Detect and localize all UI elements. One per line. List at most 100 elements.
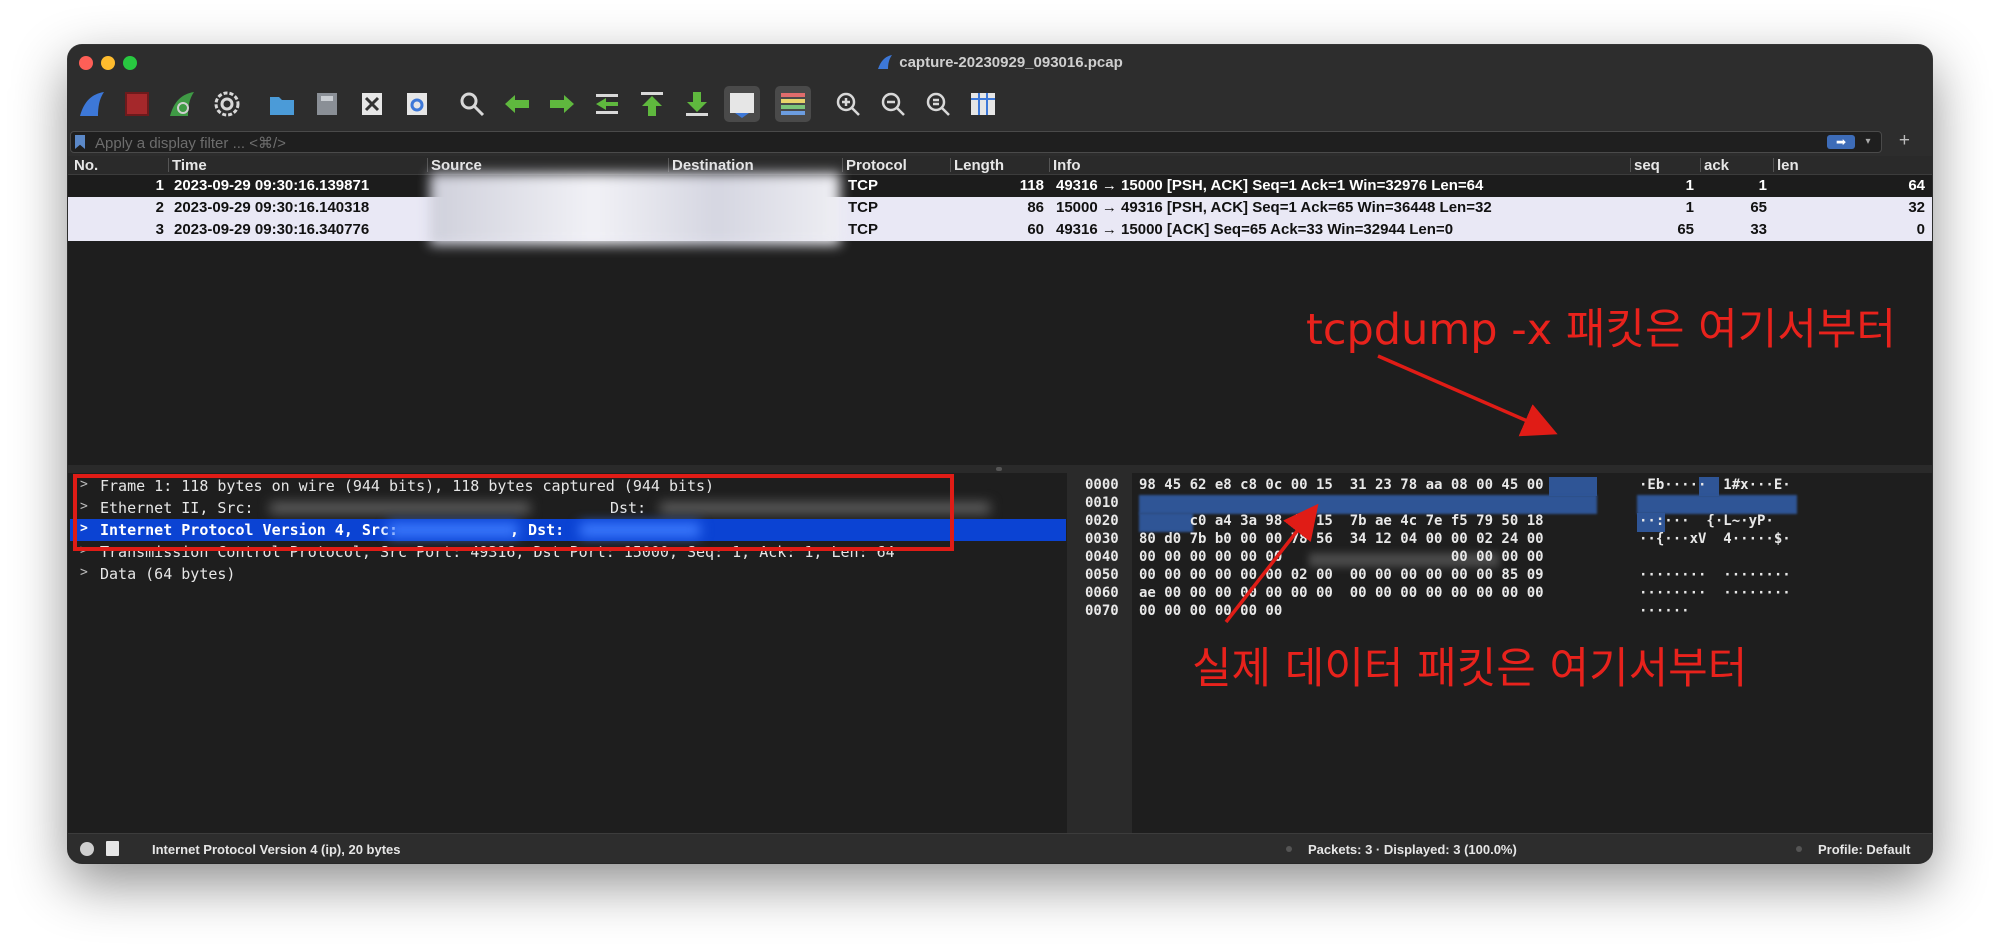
ascii-line[interactable]: ·Eb····· 1#x···E· (1639, 477, 1791, 496)
column-header-source[interactable]: Source (431, 157, 482, 174)
packet-time: 2023-09-29 09:30:16.139871 (174, 177, 370, 194)
restart-icon[interactable] (164, 86, 200, 122)
hex-line[interactable]: ae 00 00 00 00 00 00 00 00 00 00 00 00 0… (1139, 585, 1544, 604)
zoom-in-icon[interactable] (830, 86, 866, 122)
packet-ack: 33 (1750, 221, 1767, 238)
packet-seq: 1 (1685, 177, 1694, 194)
display-filter-bar: Apply a display filter ... <⌘/> ➡ ▾ + (68, 128, 1932, 157)
packet-no: 3 (155, 221, 164, 238)
comment-edit-icon[interactable] (106, 841, 119, 856)
save-file-icon[interactable] (309, 86, 345, 122)
go-forward-icon[interactable] (544, 86, 580, 122)
last-packet-icon[interactable] (679, 86, 715, 122)
zoom-normal-icon[interactable] (920, 86, 956, 122)
packet-ack: 65 (1750, 199, 1767, 216)
hex-offset: 0060 (1085, 585, 1119, 601)
go-to-packet-icon[interactable] (589, 86, 625, 122)
autoscroll-icon[interactable] (724, 86, 760, 122)
title-bar: capture-20230929_093016.pcap (68, 45, 1932, 80)
open-file-icon[interactable] (264, 86, 300, 122)
column-header-destination[interactable]: Destination (672, 157, 754, 174)
column-header-len[interactable]: len (1777, 157, 1799, 174)
window-title: capture-20230929_093016.pcap (68, 54, 1932, 71)
packet-length: 118 (1019, 177, 1044, 194)
column-header-protocol[interactable]: Protocol (846, 157, 907, 174)
status-left-text: Internet Protocol Version 4 (ip), 20 byt… (152, 842, 401, 857)
status-profile-text[interactable]: Profile: Default (1818, 842, 1910, 857)
filter-bookmark-icon[interactable] (75, 135, 85, 149)
pane-splitter[interactable] (68, 465, 1932, 473)
chevron-right-icon[interactable]: > (80, 565, 88, 580)
detail-data[interactable]: > Data (64 bytes) (70, 563, 1066, 585)
packet-info: 49316 → 15000 [ACK] Seq=65 Ack=33 Win=32… (1056, 221, 1454, 238)
find-icon[interactable] (454, 86, 490, 122)
filter-placeholder: Apply a display filter ... <⌘/> (95, 135, 286, 152)
ascii-line[interactable]: ········ ········ (1639, 585, 1791, 604)
hex-line[interactable]: 80 d0 7b b0 00 00 78 56 34 12 04 00 00 0… (1139, 531, 1544, 550)
column-header-no[interactable]: No. (74, 157, 98, 174)
go-back-icon[interactable] (499, 86, 535, 122)
packet-len: 64 (1908, 177, 1925, 194)
hex-offset: 0020 (1085, 513, 1119, 529)
hex-line[interactable]: 00 00 00 00 00 00 00 00 00 00 (1139, 549, 1544, 568)
hex-line[interactable]: 98 45 62 e8 c8 0c 00 15 31 23 78 aa 08 0… (1139, 477, 1544, 496)
reload-icon[interactable] (399, 86, 435, 122)
zoom-out-icon[interactable] (875, 86, 911, 122)
resize-columns-icon[interactable] (965, 86, 1001, 122)
packet-length: 86 (1027, 199, 1044, 216)
packet-row[interactable]: 2 2023-09-29 09:30:16.140318 TCP 86 1500… (68, 197, 1932, 219)
selected-bytes-highlight (1139, 495, 1597, 514)
window-title-text: capture-20230929_093016.pcap (899, 54, 1123, 71)
wireshark-window: capture-20230929_093016.pcap Apply a dis… (68, 45, 1932, 863)
column-header-seq[interactable]: seq (1634, 157, 1660, 174)
packet-no: 2 (155, 199, 164, 216)
column-header-info[interactable]: Info (1053, 157, 1081, 174)
splitter-handle[interactable] (996, 467, 1002, 471)
packet-no: 1 (155, 177, 164, 194)
main-toolbar (68, 80, 1932, 128)
ascii-line[interactable]: ······ (1639, 603, 1690, 622)
detail-text: Data (64 bytes) (100, 565, 236, 583)
packet-info: 49316 → 15000 [PSH, ACK] Seq=1 Ack=1 Win… (1056, 177, 1484, 194)
expert-info-icon[interactable] (80, 842, 94, 856)
selected-bytes-highlight (1549, 477, 1597, 496)
ascii-line[interactable]: ··:··· {·L~·yP· (1639, 513, 1774, 532)
filter-history-dropdown-icon[interactable]: ▾ (1861, 135, 1875, 149)
packet-protocol: TCP (848, 199, 878, 216)
stop-icon[interactable] (119, 86, 155, 122)
add-filter-button-icon[interactable]: + (1899, 130, 1910, 152)
wireshark-fin-icon (878, 55, 893, 69)
packet-row[interactable]: 1 2023-09-29 09:30:16.139871 TCP 118 493… (68, 175, 1932, 197)
hex-offset: 0000 (1085, 477, 1119, 493)
apply-filter-arrow-icon[interactable]: ➡ (1827, 135, 1855, 149)
packet-time: 2023-09-29 09:30:16.140318 (174, 199, 370, 216)
ascii-line[interactable]: ········ ········ (1639, 567, 1791, 586)
highlight-box (73, 474, 954, 551)
hex-line[interactable]: 00 00 00 00 00 00 02 00 00 00 00 00 00 0… (1139, 567, 1544, 586)
annotation-bottom: 실제 데이터 패킷은 여기서부터 (1192, 644, 1748, 694)
hex-offset: 0070 (1085, 603, 1119, 619)
hex-offset: 0010 (1085, 495, 1119, 511)
packet-protocol: TCP (848, 221, 878, 238)
first-packet-icon[interactable] (634, 86, 670, 122)
packet-row[interactable]: 3 2023-09-29 09:30:16.340776 TCP 60 4931… (68, 219, 1932, 241)
ascii-line[interactable]: ··{···xV 4·····$· (1639, 531, 1791, 550)
status-packets-text: Packets: 3 · Displayed: 3 (100.0%) (1308, 842, 1517, 857)
status-dot (1796, 846, 1802, 852)
hex-offset: 0030 (1085, 531, 1119, 547)
packet-info: 15000 → 49316 [PSH, ACK] Seq=1 Ack=65 Wi… (1056, 199, 1492, 216)
display-filter-input[interactable]: Apply a display filter ... <⌘/> ➡ ▾ (70, 131, 1882, 153)
column-header-length[interactable]: Length (954, 157, 1004, 174)
shark-start-icon[interactable] (74, 86, 110, 122)
options-gear-icon[interactable] (209, 86, 245, 122)
vertical-splitter[interactable] (1067, 473, 1077, 855)
hex-line[interactable]: 00 00 00 00 00 00 (1139, 603, 1282, 622)
packet-len: 32 (1908, 199, 1925, 216)
column-header-ack[interactable]: ack (1704, 157, 1729, 174)
close-file-icon[interactable] (354, 86, 390, 122)
selected-ascii-highlight (1637, 495, 1797, 514)
hex-line[interactable]: c0 a4 3a 98 d1 15 7b ae 4c 7e f5 79 50 1… (1139, 513, 1544, 532)
packet-time: 2023-09-29 09:30:16.340776 (174, 221, 370, 238)
column-header-time[interactable]: Time (172, 157, 207, 174)
colorize-icon[interactable] (775, 86, 811, 122)
